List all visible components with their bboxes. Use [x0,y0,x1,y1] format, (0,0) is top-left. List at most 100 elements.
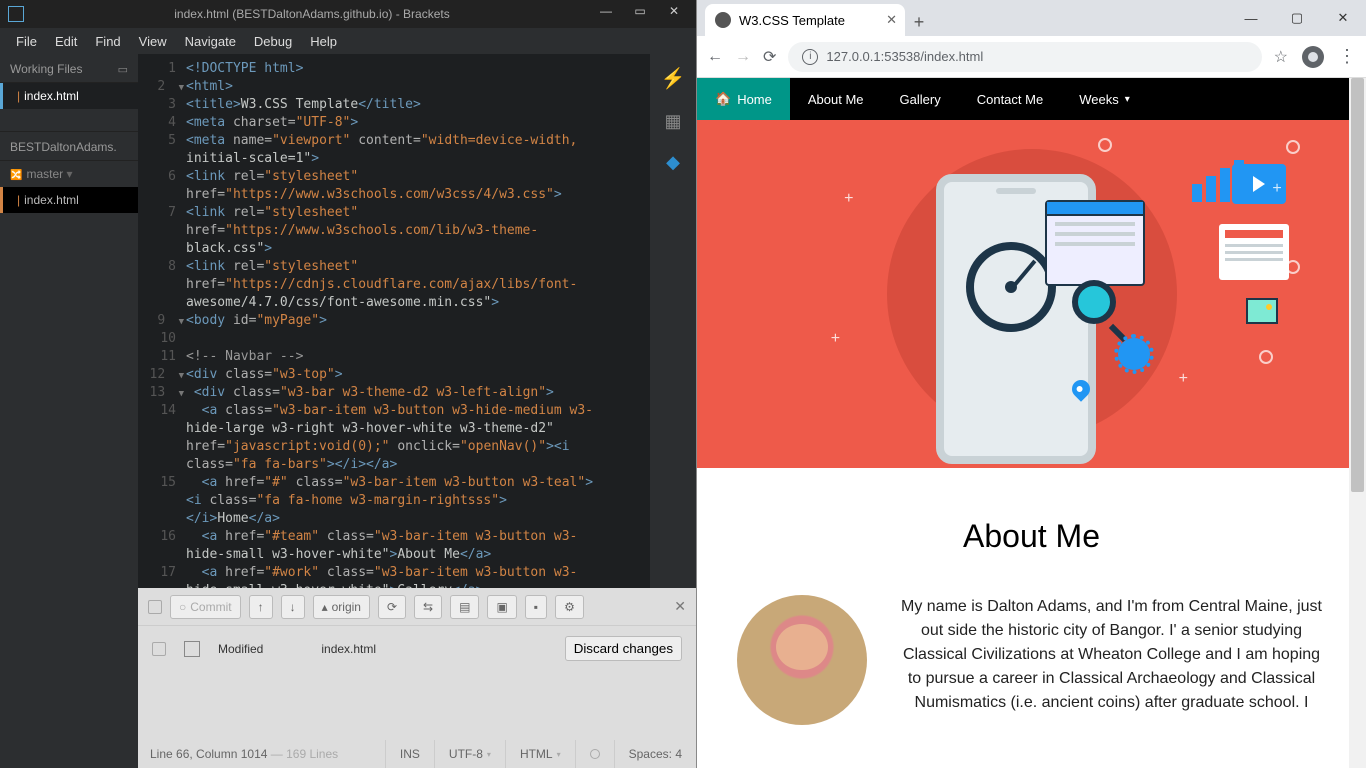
diff-icon[interactable] [184,641,200,657]
sidebar: Working Files ▭ |index.html BESTDaltonAd… [0,54,138,740]
gear-icon [1118,338,1150,370]
bookmark-button[interactable]: ☆ [1274,47,1288,67]
browser-tab[interactable]: W3.CSS Template ✕ [705,4,905,36]
git-refresh-button[interactable]: ⇆ [414,595,442,619]
git-panel: ○ Commit ↑ ↓ ▴ origin ⟳ ⇆ ▤ ▣ ▪ ⚙ ✕ Modi… [138,588,696,740]
extension-manager-icon[interactable]: ▦ [664,111,681,132]
about-text: My name is Dalton Adams, and I'm from Ce… [897,595,1326,715]
git-branch[interactable]: master ▾ [0,161,138,187]
window-illustration [1045,200,1145,286]
git-console-button[interactable]: ▪ [525,595,547,619]
tab-title: W3.CSS Template [739,13,845,28]
main-menu: File Edit Find View Navigate Debug Help [0,28,696,54]
encoding[interactable]: UTF-8▾ [434,740,505,768]
site-info-icon[interactable]: i [802,49,818,65]
indent-setting[interactable]: Spaces: 4 [614,740,696,768]
insert-mode[interactable]: INS [385,740,434,768]
discard-changes-button[interactable]: Discard changes [565,636,682,661]
editor-titlebar[interactable]: index.html (BESTDaltonAdams.github.io) -… [0,0,696,28]
image-icon [1246,298,1278,324]
browser-close-button[interactable]: ✕ [1320,0,1366,36]
working-file-item[interactable]: |index.html [0,83,138,109]
reload-button[interactable]: ⟳ [763,47,776,67]
file-status: Modified [218,642,263,656]
menu-find[interactable]: Find [95,34,120,49]
home-icon: 🏠 [715,91,731,107]
working-files-label: Working Files [10,62,82,76]
right-toolbar: ⚡ ▦ ◆ [650,54,696,588]
page-content: 🏠Home About Me Gallery Contact Me Weeks … [697,78,1366,768]
browser-minimize-button[interactable]: — [1228,0,1274,36]
caret-down-icon: ▾ [1125,94,1130,105]
page-scrollbar[interactable] [1349,78,1366,768]
git-settings-button[interactable]: ⚙ [555,595,584,619]
about-heading: About Me [717,518,1346,555]
working-file-name: index.html [24,89,79,103]
chrome-menu-button[interactable]: ⋮ [1338,46,1356,67]
address-bar[interactable]: i 127.0.0.1:53538/index.html [788,42,1261,72]
window-title: index.html (BESTDaltonAdams.github.io) -… [32,7,592,21]
url-text: 127.0.0.1:53538/index.html [826,49,983,64]
nav-weeks[interactable]: Weeks ▾ [1061,78,1148,120]
project-header[interactable]: BESTDaltonAdams. [0,131,138,161]
about-section: About Me My name is Dalton Adams, and I'… [697,468,1366,745]
live-preview-icon[interactable]: ⚡ [661,66,686,91]
chrome-window: W3.CSS Template ✕ + — ▢ ✕ ← → ⟳ i 127.0.… [696,0,1366,768]
text-card-icon [1219,224,1289,280]
close-button[interactable]: ✕ [660,4,688,24]
cursor-position[interactable]: Line 66, Column 1014 — 169 Lines [138,747,350,761]
menu-navigate[interactable]: Navigate [185,34,236,49]
working-files-header[interactable]: Working Files ▭ [0,54,138,83]
tab-close-button[interactable]: ✕ [886,12,897,28]
code-editor[interactable]: 12 ▼3456789 ▼101112 ▼13 ▼1415161718 <!DO… [138,54,650,588]
site-navbar: 🏠Home About Me Gallery Contact Me Weeks … [697,78,1366,120]
project-file-item[interactable]: |index.html [0,187,138,213]
tab-strip: W3.CSS Template ✕ + — ▢ ✕ [697,0,1366,36]
code-content[interactable]: <!DOCTYPE html><html><title>W3.CSS Templ… [186,54,650,588]
git-fetch-button[interactable]: ⟳ [378,595,406,619]
commit-button[interactable]: ○ Commit [170,595,241,619]
menu-debug[interactable]: Debug [254,34,292,49]
project-name: BESTDaltonAdams. [10,140,117,154]
file-checkbox[interactable] [152,642,166,656]
git-history-button[interactable]: ▤ [450,595,479,619]
browser-maximize-button[interactable]: ▢ [1274,0,1320,36]
forward-button[interactable]: → [735,48,751,66]
menu-file[interactable]: File [16,34,37,49]
menu-view[interactable]: View [139,34,167,49]
extract-icon[interactable]: ◆ [666,152,680,173]
project-file-name: index.html [24,193,79,207]
nav-contact[interactable]: Contact Me [959,78,1061,120]
file-name: index.html [321,642,376,656]
new-tab-button[interactable]: + [905,8,933,36]
menu-edit[interactable]: Edit [55,34,77,49]
nav-about[interactable]: About Me [790,78,882,120]
git-push-button[interactable]: ↑ [249,595,273,619]
language-mode[interactable]: HTML▾ [505,740,575,768]
hero-banner: + + + + [697,120,1366,468]
favicon-icon [715,12,731,28]
git-pull-button[interactable]: ↓ [281,595,305,619]
minimize-button[interactable]: — [592,4,620,24]
menu-help[interactable]: Help [310,34,337,49]
git-origin-button[interactable]: ▴ origin [313,595,370,619]
git-panel-close-button[interactable]: ✕ [674,598,686,615]
back-button[interactable]: ← [707,48,723,66]
brackets-logo-icon [8,6,24,22]
line-gutter: 12 ▼3456789 ▼101112 ▼13 ▼1415161718 [138,54,186,588]
git-file-row[interactable]: Modified index.html Discard changes [138,626,696,671]
split-icon[interactable]: ▭ [118,63,128,76]
nav-home[interactable]: 🏠Home [697,78,790,120]
git-toolbar: ○ Commit ↑ ↓ ▴ origin ⟳ ⇆ ▤ ▣ ▪ ⚙ ✕ [138,588,696,626]
maximize-button[interactable]: ▭ [626,4,654,24]
select-all-checkbox[interactable] [148,600,162,614]
nav-gallery[interactable]: Gallery [882,78,959,120]
brackets-window: index.html (BESTDaltonAdams.github.io) -… [0,0,696,768]
lint-status[interactable] [575,740,614,768]
profile-button[interactable] [1302,46,1324,68]
toolbar: ← → ⟳ i 127.0.0.1:53538/index.html ☆ ⋮ [697,36,1366,78]
status-bar: Line 66, Column 1014 — 169 Lines INS UTF… [0,740,696,768]
git-terminal-button[interactable]: ▣ [487,595,516,619]
magnifier-icon [1072,280,1116,324]
profile-photo [737,595,867,725]
